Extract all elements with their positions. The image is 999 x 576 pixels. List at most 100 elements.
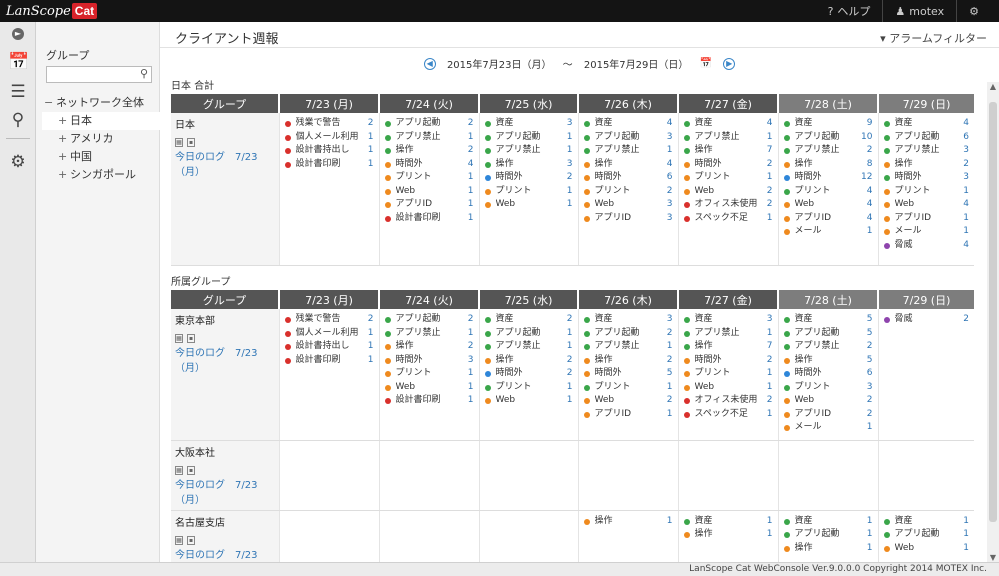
event-count[interactable]: 1	[468, 171, 474, 185]
event-count[interactable]: 2	[963, 158, 969, 172]
gear-icon[interactable]: ⚙	[8, 152, 28, 172]
search-icon[interactable]: ⚲	[8, 110, 28, 130]
event-item[interactable]: アプリ起動 10	[783, 131, 875, 145]
event-count[interactable]: 1	[368, 354, 374, 368]
event-count[interactable]: 1	[567, 394, 573, 408]
event-count[interactable]: 2	[368, 117, 374, 131]
event-item[interactable]: アプリ起動 1	[783, 528, 875, 542]
event-item[interactable]: 設計書印刷 1	[384, 394, 476, 408]
event-item[interactable]: 時間外 12	[783, 171, 875, 185]
event-item[interactable]: 操作 2	[583, 354, 675, 368]
settings-button[interactable]: ⚙	[956, 0, 991, 22]
event-item[interactable]: プリント 1	[484, 381, 575, 395]
event-count[interactable]: 1	[767, 171, 773, 185]
event-item[interactable]: 操作 7	[683, 340, 775, 354]
event-count[interactable]: 9	[867, 117, 873, 131]
event-count[interactable]: 2	[767, 394, 773, 408]
event-count[interactable]: 4	[867, 198, 873, 212]
event-item[interactable]: 設計書印刷 1	[384, 212, 476, 226]
event-count[interactable]: 3	[567, 158, 573, 172]
calendar-icon[interactable]: 📅	[8, 52, 29, 72]
event-item[interactable]: アプリ起動 2	[384, 117, 476, 131]
event-item[interactable]: 資産 3	[583, 313, 675, 327]
event-count[interactable]: 1	[667, 144, 673, 158]
event-item[interactable]: 残業で警告 2	[284, 117, 376, 131]
event-count[interactable]: 2	[468, 144, 474, 158]
event-count[interactable]: 1	[867, 225, 873, 239]
event-item[interactable]: アプリID 1	[384, 198, 476, 212]
event-item[interactable]: アプリ禁止 1	[583, 144, 675, 158]
todays-log-link[interactable]: 今日のログ 7/23（月）	[175, 148, 275, 178]
event-item[interactable]: 時間外 3	[384, 354, 476, 368]
event-count[interactable]: 1	[468, 198, 474, 212]
event-item[interactable]: プリント 1	[484, 185, 575, 199]
event-item[interactable]: プリント 3	[783, 381, 875, 395]
event-count[interactable]: 1	[963, 528, 969, 542]
event-item[interactable]: アプリ禁止 3	[883, 144, 972, 158]
event-item[interactable]: 個人メール利用 1	[284, 327, 376, 341]
group-name[interactable]: 日本	[175, 116, 275, 131]
event-count[interactable]: 2	[767, 354, 773, 368]
person-icon[interactable]: ▪	[187, 138, 195, 147]
event-item[interactable]: Web 1	[883, 542, 972, 556]
event-item[interactable]: プリント 1	[883, 185, 972, 199]
event-count[interactable]: 2	[867, 340, 873, 354]
event-count[interactable]: 4	[468, 158, 474, 172]
event-item[interactable]: 時間外 6	[583, 171, 675, 185]
event-item[interactable]: 設計書持出し 1	[284, 340, 376, 354]
event-item[interactable]: 操作 4	[583, 158, 675, 172]
event-item[interactable]: 個人メール利用 1	[284, 131, 376, 145]
event-count[interactable]: 1	[867, 421, 873, 435]
event-item[interactable]: 資産 1	[883, 515, 972, 529]
event-count[interactable]: 10	[861, 131, 872, 145]
event-item[interactable]: 脅威 2	[883, 313, 972, 327]
calendar-picker-icon[interactable]: 📅	[700, 58, 712, 69]
vertical-scrollbar[interactable]: ▲ ▼	[987, 82, 999, 562]
event-count[interactable]: 1	[963, 542, 969, 556]
event-count[interactable]: 1	[468, 185, 474, 199]
event-item[interactable]: アプリ起動 2	[384, 313, 476, 327]
event-item[interactable]: Web 1	[484, 394, 575, 408]
event-item[interactable]: アプリ禁止 1	[683, 131, 775, 145]
event-count[interactable]: 3	[667, 198, 673, 212]
event-count[interactable]: 1	[468, 394, 474, 408]
event-count[interactable]: 1	[767, 381, 773, 395]
event-item[interactable]: 設計書印刷 1	[284, 354, 376, 368]
group-search-input[interactable]: ⚲	[46, 66, 152, 83]
tree-item[interactable]: + シンガポール	[42, 166, 160, 184]
event-count[interactable]: 1	[567, 144, 573, 158]
todays-log-link[interactable]: 今日のログ 7/23（月）	[175, 546, 275, 563]
event-count[interactable]: 3	[667, 313, 673, 327]
event-count[interactable]: 1	[963, 225, 969, 239]
event-item[interactable]: 操作 7	[683, 144, 775, 158]
event-item[interactable]: Web 1	[384, 381, 476, 395]
event-count[interactable]: 6	[667, 171, 673, 185]
event-count[interactable]: 2	[667, 327, 673, 341]
expand-toggle-icon[interactable]: +	[58, 148, 70, 166]
event-count[interactable]: 5	[667, 367, 673, 381]
event-count[interactable]: 1	[963, 185, 969, 199]
event-count[interactable]: 1	[767, 515, 773, 529]
event-item[interactable]: 時間外 2	[484, 171, 575, 185]
event-item[interactable]: Web 4	[783, 198, 875, 212]
event-count[interactable]: 1	[368, 327, 374, 341]
tree-item[interactable]: − ネットワーク全体	[42, 94, 160, 112]
expand-toggle-icon[interactable]: +	[58, 130, 70, 148]
event-count[interactable]: 2	[767, 198, 773, 212]
event-count[interactable]: 6	[867, 367, 873, 381]
event-item[interactable]: オフィス未使用 2	[683, 198, 775, 212]
event-item[interactable]: プリント 1	[683, 171, 775, 185]
tree-item[interactable]: + 中国	[42, 148, 160, 166]
event-count[interactable]: 2	[767, 158, 773, 172]
alarm-filter-button[interactable]: ▾ アラームフィルター	[880, 30, 987, 46]
event-item[interactable]: 残業で警告 2	[284, 313, 376, 327]
event-count[interactable]: 6	[963, 131, 969, 145]
event-count[interactable]: 1	[867, 515, 873, 529]
event-count[interactable]: 7	[767, 144, 773, 158]
event-item[interactable]: 資産 1	[783, 515, 875, 529]
group-name[interactable]: 大阪本社	[175, 444, 275, 459]
event-item[interactable]: アプリ禁止 1	[484, 144, 575, 158]
todays-log-link[interactable]: 今日のログ 7/23（月）	[175, 476, 275, 506]
event-count[interactable]: 1	[567, 381, 573, 395]
scroll-down-icon[interactable]: ▼	[987, 553, 999, 562]
